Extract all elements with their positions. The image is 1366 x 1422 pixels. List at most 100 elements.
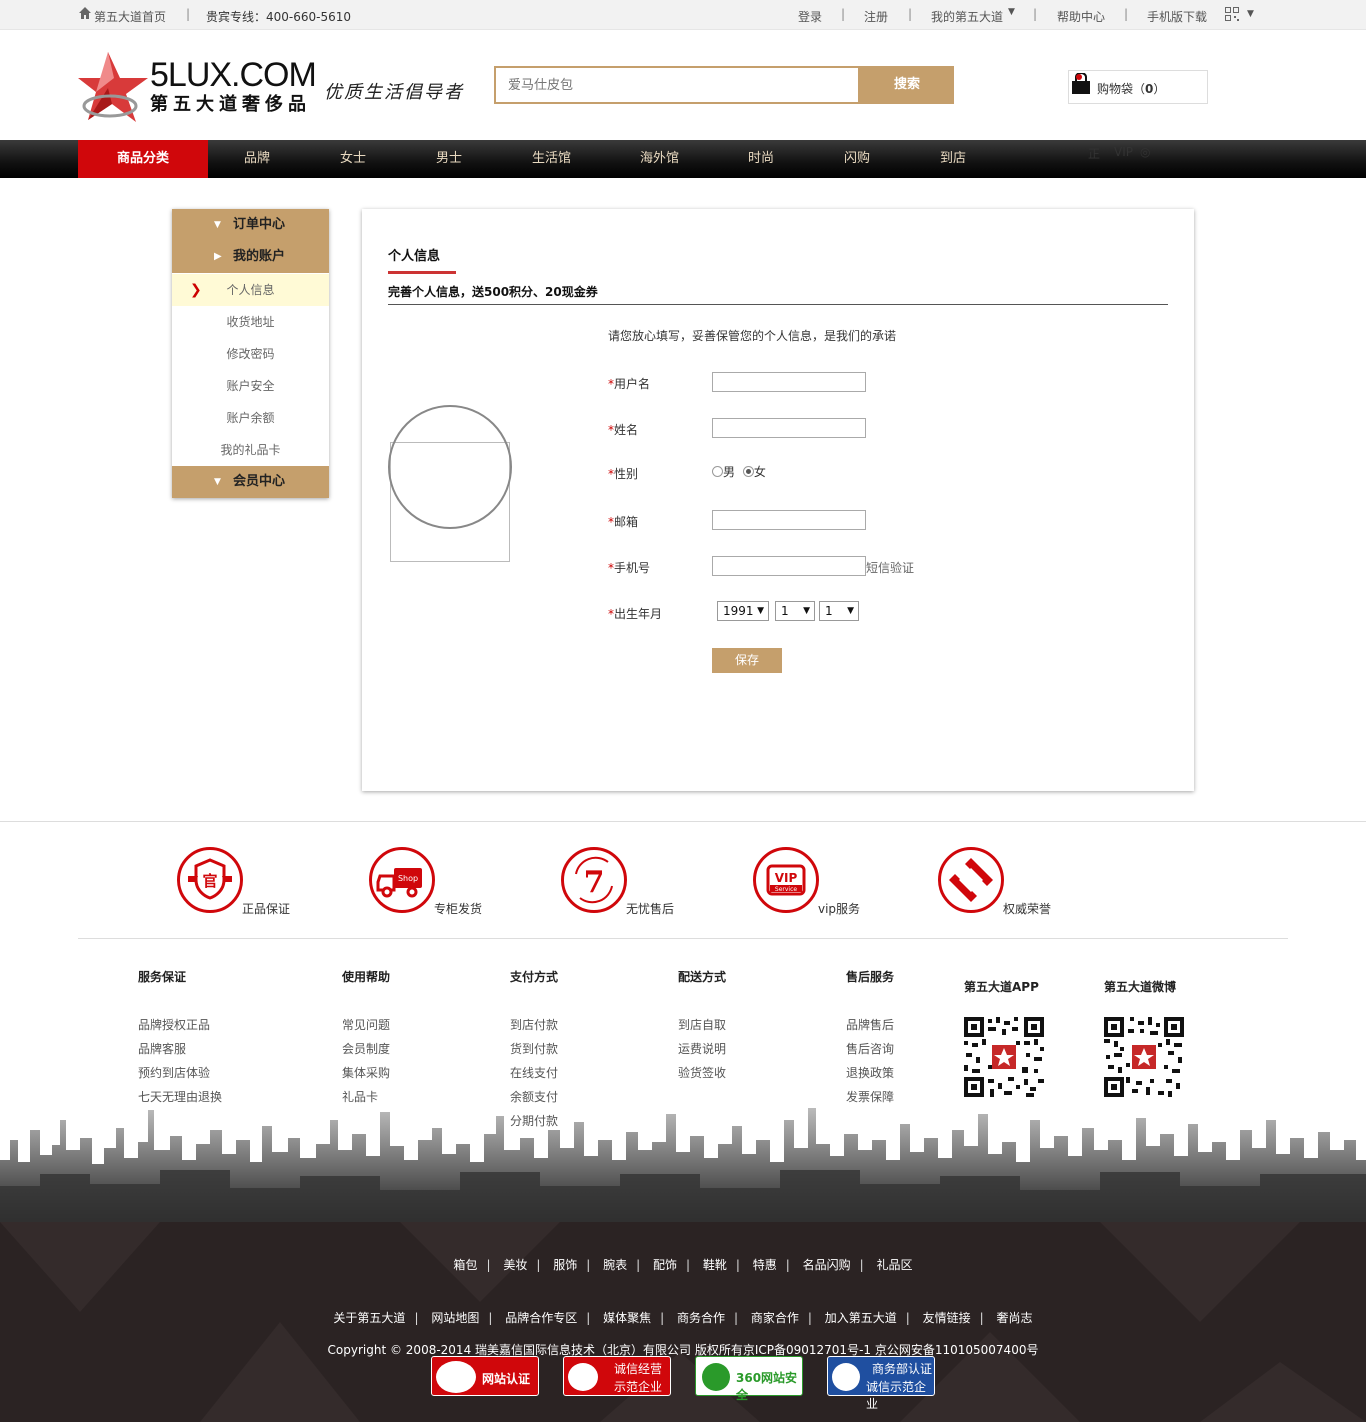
sidebar-item-password[interactable]: 修改密码 [172, 338, 329, 370]
footer-company-link[interactable]: 加入第五大道 [825, 1311, 897, 1325]
360-security-badge[interactable]: 360网站安全 [695, 1356, 803, 1402]
logo-text[interactable]: 5LUX.COM [150, 58, 317, 92]
footer-link[interactable]: 品牌授权正品 [138, 1016, 210, 1033]
footer-category-link[interactable]: 名品闪购 [803, 1258, 851, 1272]
sidebar-order-center[interactable]: ▼ 订单中心 [172, 209, 329, 241]
footer-link[interactable]: 在线支付 [510, 1064, 558, 1081]
site-cert-badge[interactable]: 网站认证 [431, 1356, 539, 1396]
footer-company-link[interactable]: 关于第五大道 [333, 1311, 405, 1325]
footer-link[interactable]: 会员制度 [342, 1040, 390, 1057]
sidebar-member-center[interactable]: ▼ 会员中心 [172, 466, 329, 498]
footer-company-link[interactable]: 商家合作 [751, 1311, 799, 1325]
weibo-qr-code-icon[interactable] [1104, 1017, 1184, 1097]
category-links: 箱包 | 美妆 | 服饰 | 腕表 | 配饰 | 鞋靴 | 特惠 | 名品闪购 | 礼品区 [453, 1258, 913, 1272]
nav-item-overseas[interactable]: 海外馆 [640, 140, 679, 178]
sidebar-item-personal-info[interactable]: ❯ 个人信息 [172, 274, 329, 306]
footer-company-link[interactable]: 品牌合作专区 [505, 1311, 577, 1325]
footer-category-link[interactable]: 服饰 [553, 1258, 577, 1272]
footer-company-link[interactable]: 网站地图 [431, 1311, 479, 1325]
divider [78, 938, 1288, 939]
birth-day-select[interactable]: 1 ▼ [819, 601, 859, 621]
footer-company-link[interactable]: 商务合作 [677, 1311, 725, 1325]
logo-star-icon[interactable] [78, 48, 150, 124]
select-value: 1 [781, 604, 789, 618]
delivery-truck-icon: Shop [369, 847, 435, 913]
nav-item-fashion[interactable]: 时尚 [748, 140, 774, 178]
footer-link[interactable]: 品牌客服 [138, 1040, 186, 1057]
qr-code-icon[interactable] [1225, 7, 1239, 21]
footer-link[interactable]: 退换政策 [846, 1064, 894, 1081]
birth-year-select[interactable]: 1991 ▼ [717, 601, 769, 621]
app-qr-code-icon[interactable] [964, 1017, 1044, 1097]
sidebar-item-giftcard[interactable]: 我的礼品卡 [172, 434, 329, 466]
footer-company-link[interactable]: 友情链接 [923, 1311, 971, 1325]
nav-item-women[interactable]: 女士 [340, 140, 366, 178]
footer-link[interactable]: 到店付款 [510, 1016, 558, 1033]
sms-verify-link[interactable]: 短信验证 [866, 559, 914, 576]
female-radio[interactable] [742, 466, 754, 477]
nav-item-flash[interactable]: 闪购 [844, 140, 870, 178]
sidebar-item-balance[interactable]: 账户余额 [172, 402, 329, 434]
footer-link[interactable]: 分期付款 [510, 1112, 558, 1129]
save-button[interactable]: 保存 [712, 648, 782, 673]
separator: | [1124, 7, 1129, 21]
footer-link[interactable]: 货到付款 [510, 1040, 558, 1057]
footer-category-link[interactable]: 箱包 [453, 1258, 477, 1272]
footer-link[interactable]: 到店自取 [678, 1016, 726, 1033]
birth-month-select[interactable]: 1 ▼ [775, 601, 815, 621]
footer-category-link[interactable]: 配饰 [653, 1258, 677, 1272]
search-input[interactable] [496, 68, 858, 102]
cert-label: 诚信示范企业 [866, 1380, 927, 1411]
sidebar-header-label: 会员中心 [233, 474, 286, 489]
footer-link[interactable]: 集体采购 [342, 1064, 390, 1081]
integrity-cert-badge[interactable]: 诚信经营 示范企业 [563, 1356, 671, 1396]
panel-title: 个人信息 [388, 249, 441, 264]
register-link[interactable]: 注册 [864, 8, 888, 25]
avatar[interactable] [388, 405, 512, 529]
footer-link[interactable]: 常见问题 [342, 1016, 390, 1033]
footer-link[interactable]: 预约到店体验 [138, 1064, 210, 1081]
nav-item-lifestyle[interactable]: 生活馆 [532, 140, 571, 178]
name-field[interactable] [712, 418, 866, 438]
chevron-down-icon[interactable]: ▼ [1247, 9, 1254, 19]
name-label: *姓名 [608, 423, 639, 437]
footer-category-link[interactable]: 鞋靴 [703, 1258, 727, 1272]
cart-button[interactable]: 购物袋（0） [1068, 70, 1208, 104]
email-field[interactable] [712, 510, 866, 530]
official-shield-icon: 官 [177, 847, 243, 913]
male-radio[interactable] [712, 466, 723, 477]
commerce-cert-badge[interactable]: 商务部认证 诚信示范企业 [827, 1356, 935, 1411]
home-link[interactable]: 第五大道首页 [94, 8, 166, 25]
sidebar-item-label: 个人信息 [226, 283, 275, 297]
username-field[interactable] [712, 372, 866, 392]
footer-company-link[interactable]: 媒体聚焦 [603, 1311, 651, 1325]
help-link[interactable]: 帮助中心 [1057, 8, 1105, 25]
label-text: 出生年月 [614, 607, 663, 621]
username-label: *用户名 [608, 377, 651, 391]
sidebar-my-account[interactable]: ▶ 我的账户 [172, 241, 329, 273]
footer-category-link[interactable]: 腕表 [603, 1258, 627, 1272]
sidebar-item-address[interactable]: 收货地址 [172, 306, 329, 338]
nav-item-men[interactable]: 男士 [436, 140, 462, 178]
home-icon[interactable] [78, 6, 92, 20]
my-account-link[interactable]: 我的第五大道 [931, 8, 1003, 25]
separator: | [908, 7, 913, 21]
mobile-download-link[interactable]: 手机版下载 [1147, 8, 1207, 25]
chevron-down-icon: ▼ [1008, 7, 1015, 17]
footer-link[interactable]: 运费说明 [678, 1040, 726, 1057]
sidebar-item-security[interactable]: 账户安全 [172, 370, 329, 402]
nav-item-brand[interactable]: 品牌 [244, 140, 270, 178]
footer-category-link[interactable]: 美妆 [503, 1258, 527, 1272]
search-button[interactable]: 搜索 [860, 66, 954, 104]
nav-category[interactable]: 商品分类 [78, 140, 208, 178]
phone-field[interactable] [712, 556, 866, 576]
footer-company-link[interactable]: 奢尚志 [997, 1311, 1033, 1325]
footer-category-link[interactable]: 礼品区 [877, 1258, 913, 1272]
footer-link[interactable]: 验货签收 [678, 1064, 726, 1081]
nav-item-store[interactable]: 到店 [940, 140, 966, 178]
footer-link[interactable]: 售后咨询 [846, 1040, 894, 1057]
footer-link[interactable]: 品牌售后 [846, 1016, 894, 1033]
login-link[interactable]: 登录 [798, 8, 822, 25]
footer-category-link[interactable]: 特惠 [753, 1258, 777, 1272]
svg-text:VIP: VIP [775, 871, 798, 885]
